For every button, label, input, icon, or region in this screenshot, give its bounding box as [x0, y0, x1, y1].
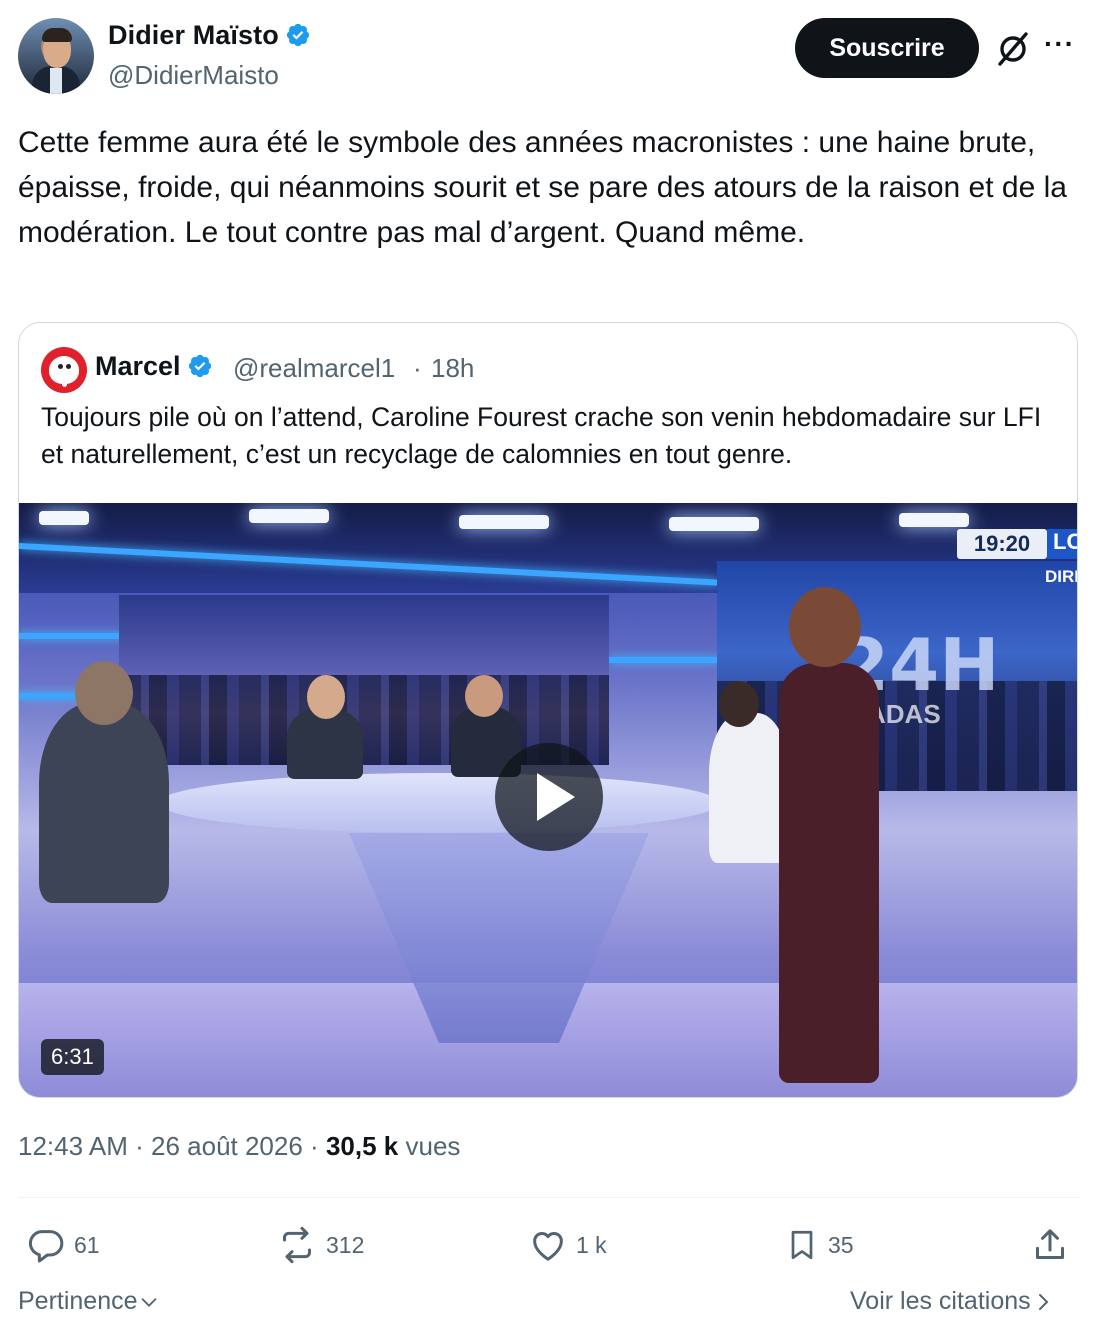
stripe [609, 657, 719, 663]
share-button[interactable] [1030, 1222, 1078, 1268]
retweet-count: 312 [326, 1231, 365, 1258]
quoted-tweet-card[interactable]: Marcel @realmarcel1 · 18h Toujours pile … [18, 322, 1078, 1098]
quoted-author-name-text[interactable]: Marcel [95, 351, 181, 381]
divider [18, 1197, 1080, 1198]
bookmark-count: 35 [828, 1231, 854, 1258]
chevron-down-icon [141, 1297, 156, 1307]
person-desk-1 [287, 709, 363, 779]
author-handle[interactable]: @DidierMaisto [108, 60, 279, 91]
bookmark-icon [791, 1230, 813, 1260]
separator-dot: · [310, 1131, 319, 1161]
grok-slash-icon[interactable] [993, 30, 1033, 68]
person-head [75, 661, 133, 725]
quoted-tweet-text: Toujours pile où on l’attend, Caroline F… [41, 402, 1042, 469]
video-duration: 6:31 [41, 1039, 104, 1075]
views-label: vues [405, 1131, 461, 1161]
chevron-right-icon [1038, 1293, 1049, 1310]
ceiling-light [39, 511, 89, 525]
video-player[interactable]: 24H ADAS 19:20 LC DIRE 6:31 [19, 503, 1077, 1097]
author-name-text[interactable]: Didier Maïsto [108, 20, 279, 50]
tweet-meta: 12:43 AM · 26 août 2026 · 30,5 k vues [18, 1131, 460, 1162]
separator-dot: · [135, 1131, 144, 1161]
reply-button[interactable]: 61 [26, 1222, 100, 1268]
quoted-author-handle[interactable]: @realmarcel1 [233, 353, 395, 384]
sort-label: Pertinence [18, 1287, 138, 1315]
tweet-text: Cette femme aura été le symbole des anné… [18, 126, 1067, 249]
ceiling-light [459, 515, 549, 529]
retweet-icon [283, 1226, 311, 1264]
studio-desk [159, 773, 719, 833]
play-icon[interactable] [495, 743, 603, 851]
like-button[interactable]: 1 k [528, 1222, 607, 1268]
person-head [789, 587, 861, 667]
channel-logo: LC [1047, 529, 1077, 559]
quotes-link-label: Voir les citations [850, 1287, 1031, 1315]
author-display-name[interactable]: Didier Maïsto [108, 20, 311, 55]
more-horizontal-icon[interactable]: ··· [1044, 30, 1080, 62]
verified-badge-icon[interactable] [285, 22, 311, 55]
quoted-tweet-time[interactable]: 18h [431, 353, 474, 384]
ceiling-light [899, 513, 969, 527]
broadcast-clock: 19:20 [957, 529, 1047, 559]
person-head [307, 675, 345, 719]
person-standing [779, 663, 879, 1083]
view-quotes-link[interactable]: Voir les citations [850, 1287, 1055, 1316]
author-avatar[interactable] [18, 18, 94, 94]
ceiling-light [249, 509, 329, 523]
like-count: 1 k [576, 1231, 607, 1258]
reply-count: 61 [74, 1231, 100, 1258]
person-left [39, 703, 169, 903]
verified-badge-icon [187, 353, 213, 386]
person-head [719, 681, 759, 727]
subscribe-button[interactable]: Souscrire [795, 18, 979, 78]
person-right-seated [709, 713, 789, 863]
views-count: 30,5 k [325, 1131, 399, 1161]
replies-sort-dropdown[interactable]: Pertinence [18, 1287, 160, 1316]
reply-icon [28, 1230, 64, 1263]
heart-icon [533, 1232, 563, 1261]
studio-screen-left [119, 595, 609, 765]
bookmark-button[interactable]: 35 [784, 1222, 854, 1268]
separator-dot: · [413, 353, 422, 383]
retweet-button[interactable]: 312 [276, 1222, 364, 1268]
share-icon [1036, 1229, 1064, 1259]
tweet-time[interactable]: 12:43 AM [18, 1131, 128, 1161]
tweet-date[interactable]: 26 août 2026 [151, 1131, 303, 1161]
direct-label: DIRE [1045, 567, 1077, 586]
ceiling-light [669, 517, 759, 531]
quoted-author-avatar[interactable] [41, 347, 87, 393]
person-head [465, 675, 503, 717]
quoted-author-name[interactable]: Marcel [95, 351, 213, 386]
